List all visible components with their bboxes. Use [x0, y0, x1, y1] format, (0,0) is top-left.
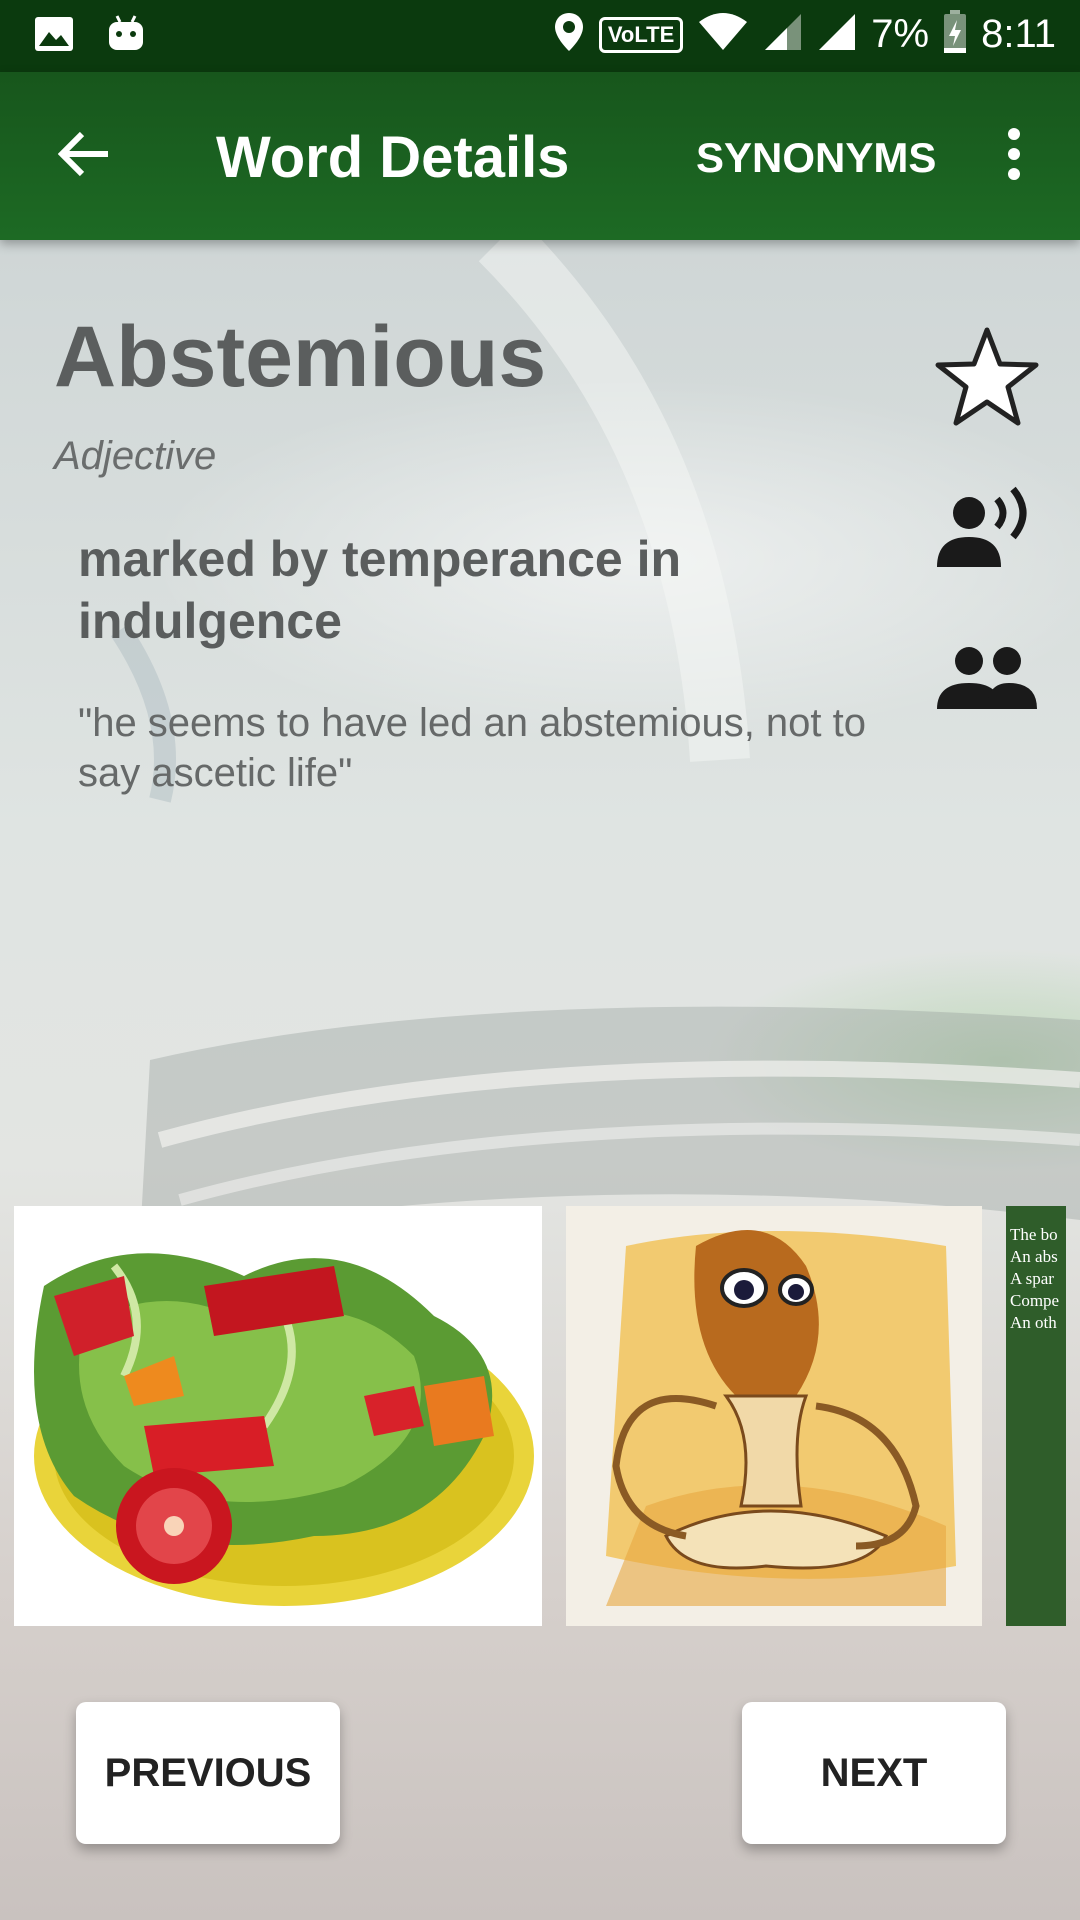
people-button[interactable] — [934, 644, 1040, 716]
battery-charging-icon — [943, 10, 967, 59]
synonyms-button[interactable]: SYNONYMS — [696, 134, 936, 182]
part-of-speech: Adjective — [54, 434, 217, 478]
quote-image-text: The bo An abs A spar Compe An oth — [1010, 1225, 1060, 1332]
status-time: 8:11 — [981, 12, 1056, 56]
app-bar: Word Details SYNONYMS — [0, 72, 1080, 240]
word-title: Abstemious — [54, 309, 547, 405]
more-options-button[interactable] — [992, 120, 1036, 192]
location-icon — [553, 11, 585, 58]
more-vertical-icon — [1006, 127, 1022, 185]
quote-image[interactable]: The bo An abs A spar Compe An oth — [1006, 1206, 1066, 1626]
pronounce-button[interactable] — [934, 486, 1040, 572]
example-sentence: "he seems to have led an abstemious, not… — [78, 701, 867, 795]
volte-icon: VoLTE — [598, 16, 684, 53]
image-icon — [34, 16, 74, 57]
favorite-button[interactable] — [932, 324, 1042, 434]
signal-icon — [817, 12, 857, 57]
background-image — [0, 240, 1080, 1920]
back-button[interactable] — [44, 116, 124, 196]
image-carousel[interactable]: The bo An abs A spar Compe An oth — [0, 1206, 1080, 1626]
people-icon — [937, 645, 1037, 716]
wifi-icon — [697, 12, 749, 57]
arrow-back-icon — [57, 131, 110, 182]
battery-percent: 7% — [871, 12, 930, 56]
speaker-voice-icon — [935, 485, 1039, 574]
ascetic-illustration-image[interactable] — [566, 1206, 982, 1626]
android-icon — [108, 14, 144, 59]
next-button[interactable]: NEXT — [742, 1702, 1006, 1844]
definition-text: marked by temperance in indulgence — [78, 531, 682, 649]
previous-button[interactable]: PREVIOUS — [76, 1702, 340, 1844]
salad-image[interactable] — [14, 1206, 542, 1626]
signal-icon — [763, 12, 803, 57]
star-icon — [933, 325, 1041, 434]
page-title: Word Details — [216, 125, 570, 190]
status-bar: VoLTE 7% 8:11 — [0, 0, 1080, 72]
